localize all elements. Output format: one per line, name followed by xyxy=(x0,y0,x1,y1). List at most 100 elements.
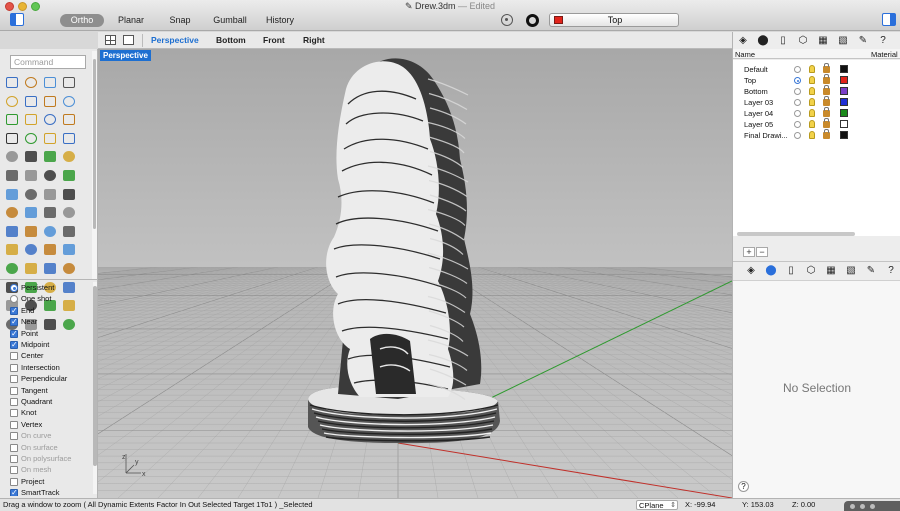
tab-perspective[interactable]: Perspective xyxy=(151,35,199,45)
lock-icon[interactable] xyxy=(823,85,830,95)
viewport-title-label[interactable]: Perspective xyxy=(100,50,151,61)
layer-color-swatch[interactable] xyxy=(840,120,848,128)
lightbulb-icon[interactable] xyxy=(809,87,815,95)
layer-row[interactable]: Layer 03 xyxy=(733,96,900,108)
polygon-tool-icon[interactable] xyxy=(43,169,57,182)
checkbox[interactable] xyxy=(10,455,18,463)
left-sidebar-toggle-icon[interactable] xyxy=(10,13,24,26)
checkbox[interactable] xyxy=(10,339,18,350)
layers-hscrollbar[interactable] xyxy=(737,232,855,236)
lightbulb-icon[interactable] xyxy=(809,131,815,139)
help-button[interactable]: ? xyxy=(738,481,749,492)
curve-tool-icon[interactable] xyxy=(43,76,57,89)
rect-tool-icon[interactable] xyxy=(24,95,38,108)
layer-color-swatch[interactable] xyxy=(840,65,848,73)
fillet-tool-icon[interactable] xyxy=(43,188,57,201)
layer-color-swatch[interactable] xyxy=(840,98,848,106)
checkbox[interactable] xyxy=(10,386,18,395)
dimension-tool-icon[interactable] xyxy=(43,132,57,145)
surface-tool-icon[interactable] xyxy=(5,188,19,201)
zoom-tool-icon[interactable] xyxy=(62,132,76,145)
checkbox[interactable] xyxy=(10,352,18,361)
notes-icon[interactable]: ✎ xyxy=(857,35,869,46)
object-icon[interactable]: ⬡ xyxy=(797,35,809,46)
viewport-canvas[interactable]: z x y xyxy=(98,49,732,498)
layer-row[interactable]: Default xyxy=(733,63,900,75)
layer-color-swatch[interactable] xyxy=(840,76,848,84)
mini-hud[interactable] xyxy=(844,501,900,511)
add-layer-button[interactable]: + xyxy=(743,247,755,257)
curve-tool-icon[interactable] xyxy=(43,225,57,238)
document-icon[interactable]: ▯ xyxy=(777,35,789,46)
point-tool-icon[interactable] xyxy=(24,76,38,89)
layers-icon[interactable]: ◈ xyxy=(737,35,749,46)
rect-tool-icon[interactable] xyxy=(24,169,38,182)
cplane-select[interactable]: CPlane xyxy=(636,500,678,510)
layer-color-swatch[interactable] xyxy=(840,109,848,117)
layers-col-name[interactable]: Name xyxy=(735,50,755,59)
grid-icon[interactable]: ▦ xyxy=(817,35,829,46)
mesh-tool-icon[interactable] xyxy=(24,113,38,126)
osnap-scrollbar[interactable] xyxy=(93,282,97,494)
polygon-tool-icon[interactable] xyxy=(43,95,57,108)
radio-button[interactable] xyxy=(10,284,18,292)
history-toggle-button[interactable]: History xyxy=(259,14,301,27)
lightbulb-icon[interactable] xyxy=(809,98,815,106)
display-icon[interactable]: ⬤ xyxy=(757,35,769,46)
zoom-tool-icon[interactable] xyxy=(62,206,76,219)
solid-tool-icon[interactable] xyxy=(62,243,76,256)
checkbox[interactable] xyxy=(10,375,18,384)
checkbox[interactable] xyxy=(10,466,18,475)
checkbox[interactable] xyxy=(10,432,18,441)
mesh-tool-icon[interactable] xyxy=(24,262,38,275)
extrude-tool-icon[interactable] xyxy=(62,262,76,275)
object-icon[interactable]: ⬡ xyxy=(805,265,817,276)
extrude-tool-icon[interactable] xyxy=(62,113,76,126)
perspective-viewport[interactable]: z x y Perspective xyxy=(98,49,732,498)
layers-col-material[interactable]: Material xyxy=(871,50,898,59)
layers-icon[interactable]: ◈ xyxy=(745,265,757,276)
layer-row[interactable]: Layer 04 xyxy=(733,107,900,119)
lightbulb-icon[interactable] xyxy=(809,65,815,73)
osnap-target-icon[interactable] xyxy=(501,14,513,26)
arc-tool-icon[interactable] xyxy=(62,76,76,89)
layer-row[interactable]: Top xyxy=(733,74,900,86)
lightbulb-icon[interactable] xyxy=(809,109,815,117)
mesh-tool-icon[interactable] xyxy=(24,188,38,201)
dimension-tool-icon[interactable] xyxy=(43,206,57,219)
checkbox[interactable] xyxy=(10,409,18,418)
surface-tool-icon[interactable] xyxy=(5,113,19,126)
render-icon[interactable]: ▧ xyxy=(845,265,857,276)
point-tool-icon[interactable] xyxy=(24,225,38,238)
arc-tool-icon[interactable] xyxy=(62,150,76,163)
transform-tool-icon[interactable] xyxy=(5,132,19,145)
notes-icon[interactable]: ✎ xyxy=(865,265,877,276)
lightbulb-icon[interactable] xyxy=(809,76,815,84)
help-icon[interactable]: ? xyxy=(877,35,889,46)
lock-icon[interactable] xyxy=(823,129,830,139)
array-tool-icon[interactable] xyxy=(24,132,38,145)
point-tool-icon[interactable] xyxy=(24,150,38,163)
grid-icon[interactable]: ▦ xyxy=(825,265,837,276)
checkbox[interactable] xyxy=(10,328,18,339)
tab-front[interactable]: Front xyxy=(263,35,285,45)
extrude-tool-icon[interactable] xyxy=(62,188,76,201)
checkbox[interactable] xyxy=(10,420,18,429)
four-viewports-icon[interactable] xyxy=(105,35,116,45)
tool-palette-scrollbar[interactable] xyxy=(92,51,97,279)
current-layer-dropdown[interactable]: Top xyxy=(549,13,679,27)
lock-icon[interactable] xyxy=(823,107,830,117)
right-sidebar-toggle-icon[interactable] xyxy=(882,13,896,26)
array-tool-icon[interactable] xyxy=(24,206,38,219)
checkbox[interactable] xyxy=(10,477,18,486)
fillet-tool-icon[interactable] xyxy=(43,262,57,275)
checkbox[interactable] xyxy=(10,305,18,316)
transform-tool-icon[interactable] xyxy=(5,206,19,219)
lightbulb-icon[interactable] xyxy=(809,120,815,128)
document-icon[interactable]: ▯ xyxy=(785,265,797,276)
help-icon[interactable]: ? xyxy=(885,265,897,276)
circle-tool-icon[interactable] xyxy=(5,95,19,108)
tab-right[interactable]: Right xyxy=(303,35,325,45)
current-layer-radio[interactable] xyxy=(794,77,801,84)
checkbox[interactable] xyxy=(10,398,18,406)
